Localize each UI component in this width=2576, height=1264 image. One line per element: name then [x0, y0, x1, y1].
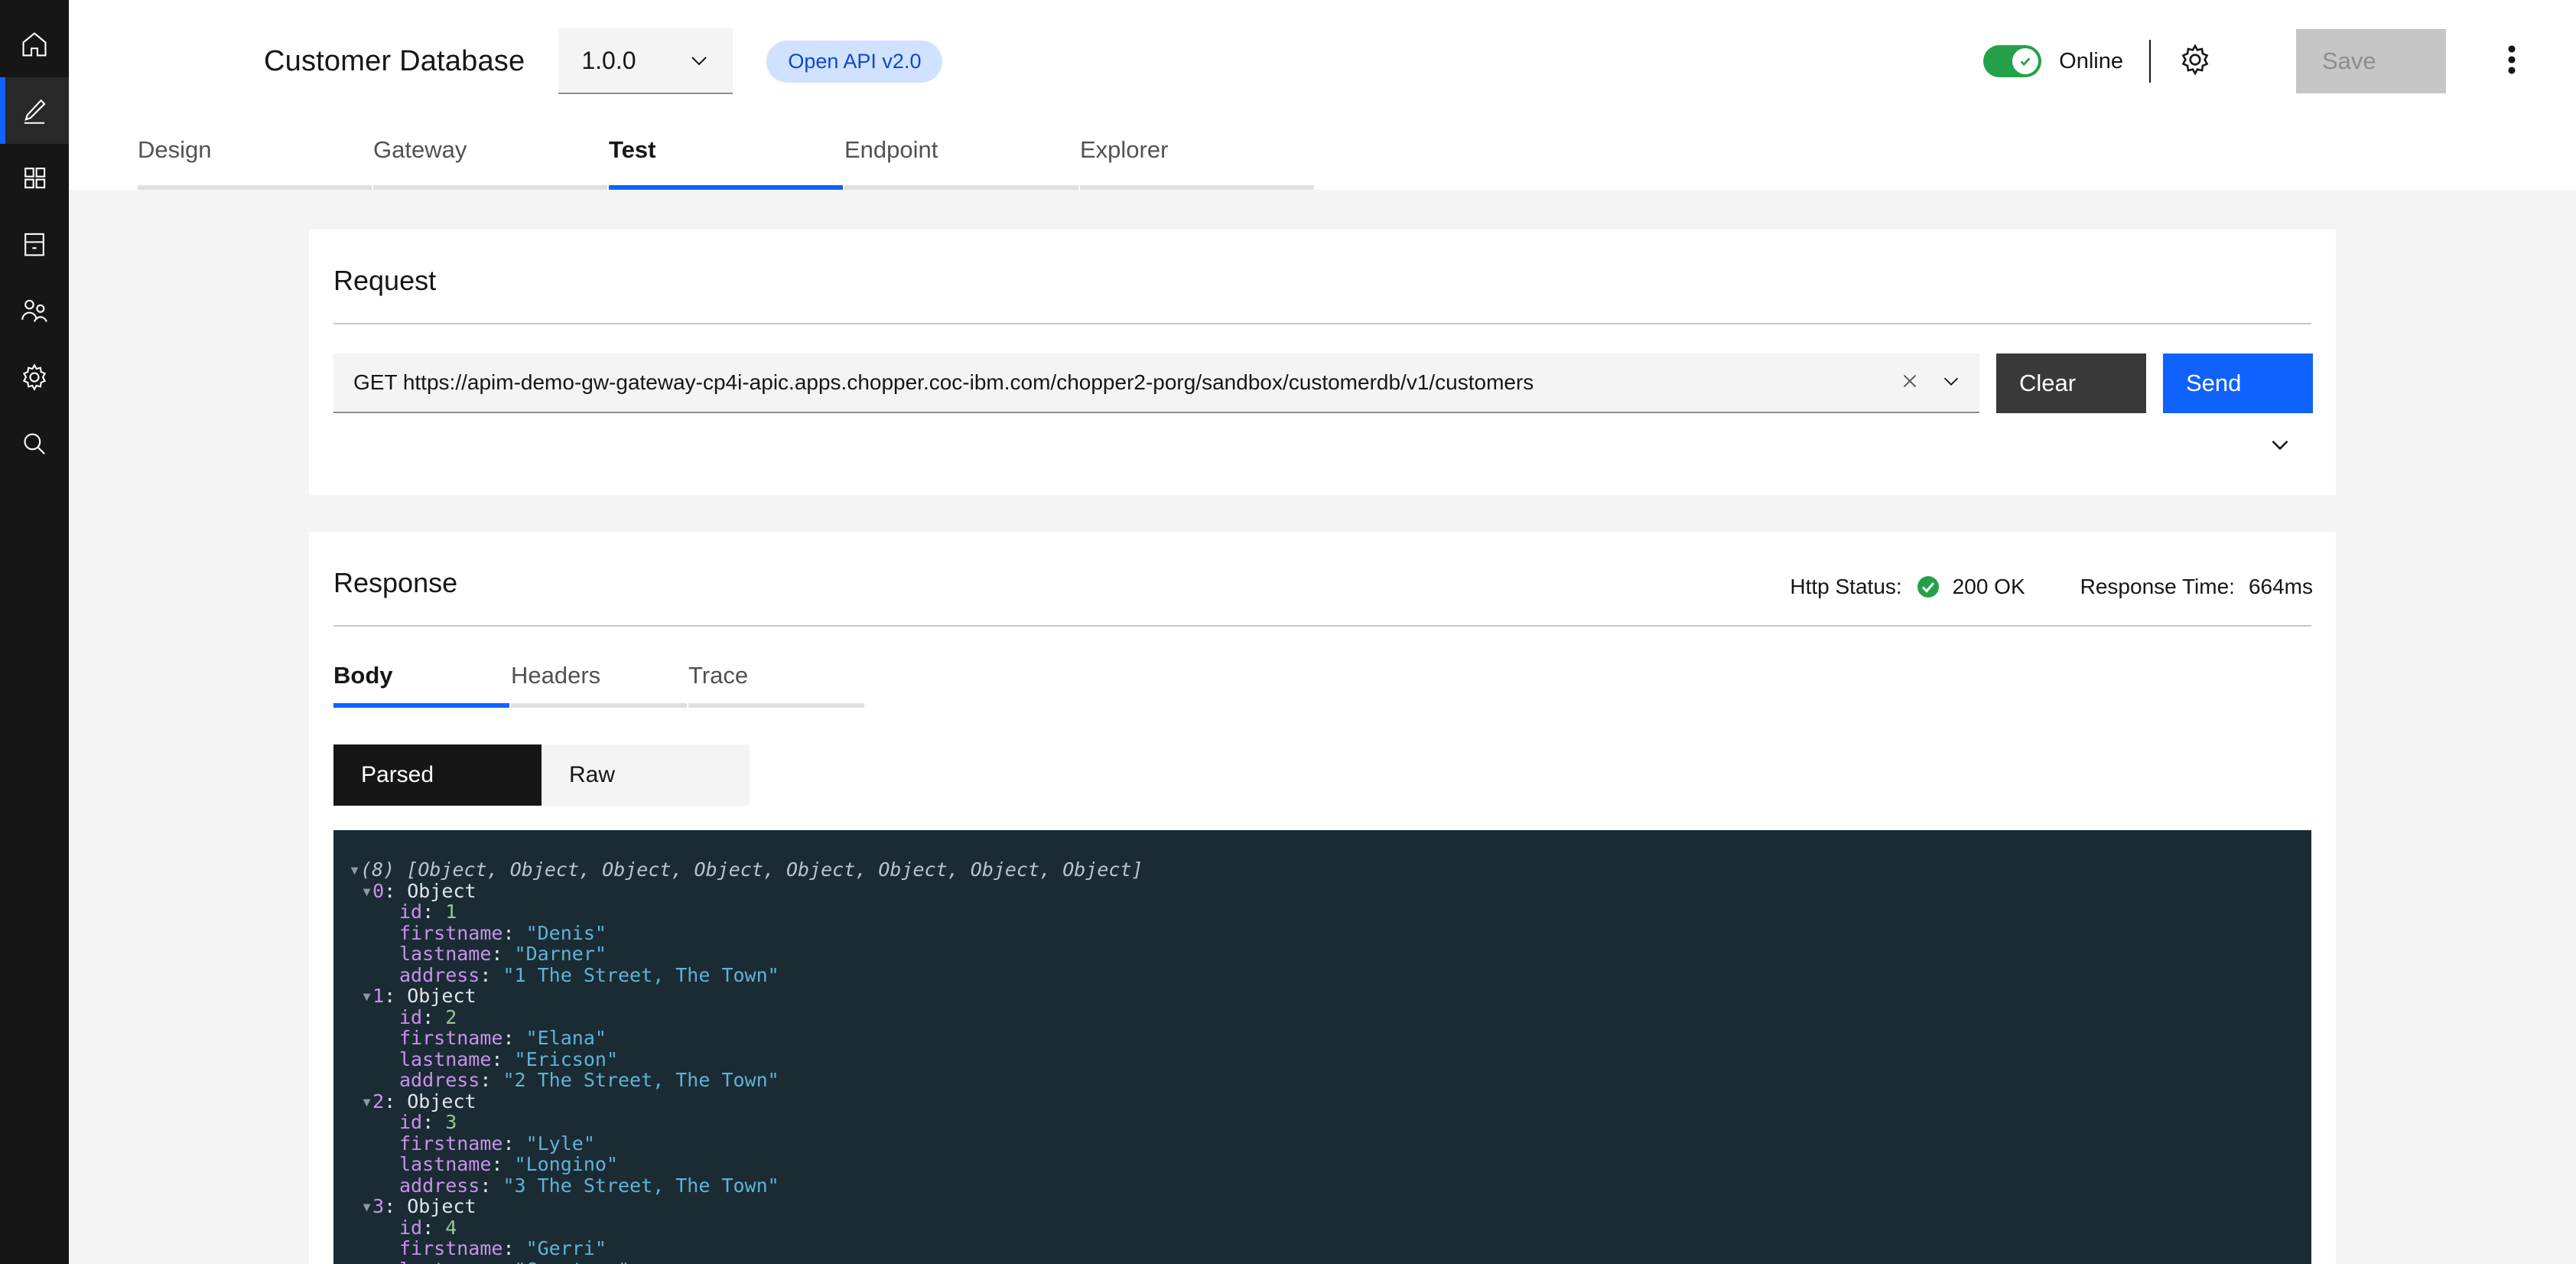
json-property-line: lastname: "Darner" — [399, 943, 607, 965]
json-property-line: id: 1 — [399, 901, 457, 923]
response-heading: Response — [333, 567, 458, 598]
sidebar-item-home[interactable] — [0, 11, 69, 77]
tab-body[interactable]: Body — [333, 662, 509, 708]
version-select[interactable]: 1.0.0 — [558, 28, 733, 94]
grid-icon — [18, 161, 50, 194]
users-icon — [18, 295, 50, 327]
send-button[interactable]: Send — [2163, 353, 2313, 413]
checkmark-filled-icon — [2012, 48, 2039, 74]
tab-endpoint[interactable]: Endpoint — [844, 122, 1078, 190]
close-icon[interactable] — [1898, 370, 1921, 396]
json-property-line: firstname: "Lyle" — [399, 1132, 595, 1155]
view-mode-switch: Parsed Raw — [333, 744, 2336, 806]
disclosure-triangle-icon[interactable]: ▾ — [361, 1090, 372, 1113]
sidebar-item-design[interactable] — [0, 77, 69, 144]
request-url-input[interactable]: GET https://apim-demo-gw-gateway-cp4i-ap… — [333, 353, 1979, 413]
json-property-line: id: 3 — [399, 1111, 457, 1133]
online-label: Online — [2059, 48, 2123, 73]
chevron-down-icon — [687, 48, 711, 73]
settings-gear-button[interactable] — [2174, 40, 2217, 83]
response-divider — [333, 625, 2311, 627]
disclosure-triangle-icon[interactable]: ▾ — [361, 985, 372, 1007]
header-divider — [2149, 40, 2151, 83]
openapi-version-badge: Open API v2.0 — [766, 40, 943, 83]
response-panel: Response Http Status: 200 OK Response Ti… — [309, 532, 2336, 1264]
json-root-line[interactable]: ▾(8) [Object, Object, Object, Object, Ob… — [333, 859, 2311, 881]
http-status-value: 200 OK — [1952, 575, 2025, 598]
overflow-menu-button[interactable] — [2490, 34, 2533, 88]
version-select-value: 1.0.0 — [581, 46, 636, 74]
disclosure-triangle-icon[interactable]: ▾ — [361, 880, 372, 902]
tab-design[interactable]: Design — [138, 122, 372, 190]
gear-icon — [2177, 41, 2213, 82]
clear-button[interactable]: Clear — [1996, 353, 2146, 413]
json-property-line: lastname: "Gaertner" — [333, 1259, 2311, 1264]
home-icon — [18, 28, 50, 60]
request-panel: Request GET https://apim-demo-gw-gateway… — [309, 230, 2336, 495]
sidebar-item-members[interactable] — [0, 277, 69, 344]
status-ok-icon — [1916, 575, 1940, 599]
json-property-line: lastname: "Longino" — [399, 1153, 618, 1175]
sidebar-item-apps[interactable] — [0, 144, 69, 210]
drawer-icon — [18, 228, 50, 260]
http-status-label: Http Status: — [1790, 575, 1902, 598]
tab-test[interactable]: Test — [609, 122, 843, 190]
online-toggle[interactable] — [1983, 45, 2042, 77]
json-object-line[interactable]: ▾1: Object — [333, 985, 2311, 1007]
online-toggle-group: Online — [1983, 45, 2123, 77]
response-tabs: Body Headers Trace — [309, 662, 2336, 708]
json-property-line: firstname: "Denis" — [399, 921, 607, 944]
tab-explorer[interactable]: Explorer — [1080, 122, 1314, 190]
chevron-down-icon[interactable] — [2267, 432, 2293, 461]
sidebar-item-settings[interactable] — [0, 344, 69, 410]
json-object-line[interactable]: ▾3: Object — [333, 1196, 2311, 1217]
response-meta: Http Status: 200 OK Response Time: 664ms — [1790, 575, 2336, 599]
json-property-line: id: 2 — [399, 1005, 457, 1028]
view-mode-parsed[interactable]: Parsed — [333, 744, 542, 806]
page-header: Customer Database 1.0.0 Open API v2.0 On… — [69, 0, 2576, 122]
json-object-line[interactable]: ▾0: Object — [333, 880, 2311, 902]
json-property-line: id: 4 — [399, 1216, 457, 1239]
response-body-viewer[interactable]: ▾(8) [Object, Object, Object, Object, Ob… — [333, 830, 2311, 1264]
content-area: Customer Database 1.0.0 Open API v2.0 On… — [69, 0, 2576, 1264]
json-object-line[interactable]: ▾2: Object — [333, 1090, 2311, 1113]
title-block: Customer Database 1.0.0 Open API v2.0 — [69, 28, 943, 94]
overflow-menu-icon — [2506, 38, 2517, 85]
response-time-value: 664ms — [2248, 575, 2313, 598]
request-expand-row — [309, 413, 2336, 461]
json-property-line: address: "1 The Street, The Town" — [399, 963, 779, 986]
application-root: Customer Database 1.0.0 Open API v2.0 On… — [0, 0, 2576, 1264]
tab-trace[interactable]: Trace — [688, 662, 864, 708]
disclosure-triangle-icon[interactable]: ▾ — [349, 858, 360, 881]
request-heading: Request — [333, 265, 437, 296]
tab-gateway[interactable]: Gateway — [373, 122, 607, 190]
gear-icon — [18, 361, 50, 393]
json-property-line: lastname: "Ericson" — [399, 1047, 618, 1070]
save-button[interactable]: Save — [2296, 29, 2446, 93]
chevron-down-icon[interactable] — [1940, 370, 1963, 396]
header-actions: Online Save — [1983, 29, 2533, 93]
pencil-icon — [18, 95, 50, 127]
response-heading-row: Response Http Status: 200 OK Response Ti… — [309, 532, 2336, 599]
disclosure-triangle-icon[interactable]: ▾ — [361, 1195, 372, 1217]
view-mode-raw[interactable]: Raw — [542, 744, 750, 806]
page-title: Customer Database — [264, 44, 525, 77]
json-property-line: firstname: "Gerri" — [399, 1237, 607, 1259]
search-icon — [18, 428, 50, 460]
tab-headers[interactable]: Headers — [511, 662, 687, 708]
left-navigation-rail — [0, 0, 69, 1264]
sidebar-item-catalog[interactable] — [0, 210, 69, 277]
json-property-line: address: "2 The Street, The Town" — [399, 1069, 779, 1091]
primary-tabs: Design Gateway Test Endpoint Explorer — [69, 122, 2576, 190]
sidebar-item-search[interactable] — [0, 410, 69, 477]
json-tree: ▾(8) [Object, Object, Object, Object, Ob… — [333, 859, 2311, 1264]
request-url-value: GET https://apim-demo-gw-gateway-cp4i-ap… — [353, 370, 1534, 394]
response-time-label: Response Time: — [2080, 575, 2235, 598]
main-scroll-area: Request GET https://apim-demo-gw-gateway… — [69, 190, 2576, 1264]
request-row: GET https://apim-demo-gw-gateway-cp4i-ap… — [309, 324, 2336, 413]
json-property-line: firstname: "Elana" — [399, 1027, 607, 1049]
json-property-line: address: "3 The Street, The Town" — [399, 1174, 779, 1197]
